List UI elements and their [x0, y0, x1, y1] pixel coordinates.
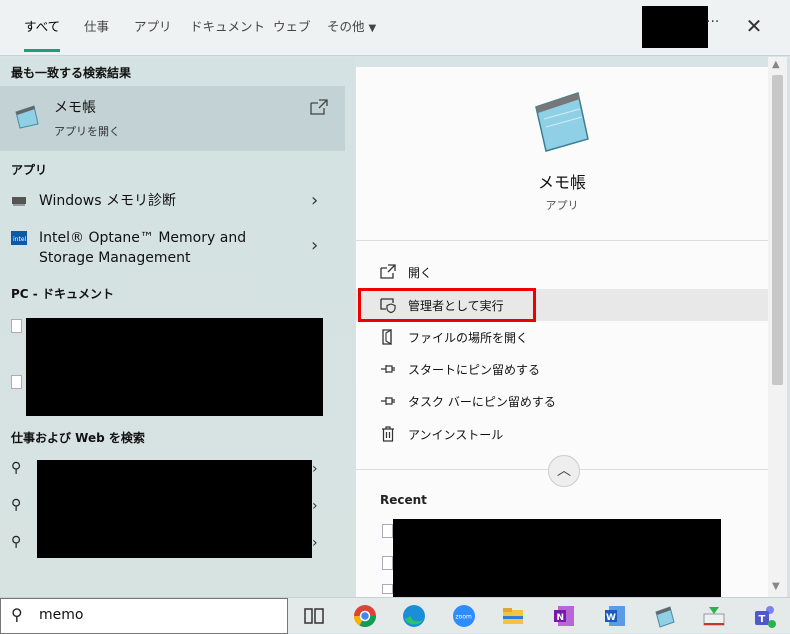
taskbar-search-box[interactable]: ⚲ memo [0, 598, 288, 634]
best-match-item[interactable]: メモ帳 アプリを開く [0, 86, 345, 151]
apps-header: アプリ [11, 163, 48, 177]
search-icon: ⚲ [11, 534, 22, 550]
action-open-file-location[interactable]: ファイルの場所を開く [356, 321, 768, 353]
scrollbar-thumb[interactable] [772, 75, 783, 385]
edge-icon[interactable] [401, 603, 427, 629]
document-icon [382, 556, 393, 570]
app-item-memory-diagnostic[interactable]: Windows メモリ診断 › [0, 190, 345, 212]
notepad-taskbar-icon[interactable] [652, 603, 678, 629]
web-search-header: 仕事および Web を検索 [11, 431, 145, 445]
divider [356, 240, 768, 241]
notepad-large-icon [535, 92, 589, 152]
documents-header: PC - ドキュメント [11, 287, 114, 301]
more-options-icon[interactable]: ··· [706, 14, 719, 30]
best-match-header: 最も一致する検索結果 [11, 66, 132, 80]
chevron-right-icon[interactable]: › [311, 235, 318, 256]
dropdown-triangle-icon: ▼ [368, 23, 377, 34]
tab-more[interactable]: その他 ▼ [325, 0, 378, 56]
results-pane: 最も一致する検索結果 メモ帳 アプリを開く アプリ Windows メモリ診断 … [0, 57, 355, 597]
highlight-annotation-box [358, 288, 536, 322]
scrollbar[interactable]: ▲ ▼ [768, 57, 787, 597]
zoom-icon[interactable]: zoom [451, 603, 477, 629]
open-external-icon[interactable] [309, 98, 329, 116]
document-icon [382, 524, 393, 538]
pin-icon [381, 397, 395, 405]
onenote-icon[interactable]: N [551, 603, 577, 629]
app-label-line1: Intel® Optane™ Memory and [39, 230, 247, 246]
teams-icon[interactable]: T [752, 603, 778, 629]
preview-pane: メモ帳 アプリ 開く 管理者として実行 ファイルの場所を開く スタートにピン留め… [356, 67, 768, 597]
svg-text:T: T [759, 614, 766, 625]
search-input[interactable]: memo [39, 607, 83, 623]
chrome-icon[interactable] [352, 603, 378, 629]
file-location-icon [382, 329, 392, 345]
app-label: Windows メモリ診断 [39, 193, 176, 209]
redacted-recent-files [393, 519, 721, 597]
best-match-subtitle: アプリを開く [54, 125, 120, 138]
word-icon[interactable]: W [602, 603, 628, 629]
chevron-right-icon[interactable]: › [311, 190, 318, 211]
svg-text:W: W [606, 613, 616, 623]
scroll-up-icon[interactable]: ▲ [772, 59, 780, 70]
action-open[interactable]: 開く [356, 256, 768, 288]
document-icon [11, 375, 22, 389]
best-match-title: メモ帳 [54, 100, 96, 116]
app-item-intel-optane[interactable]: intel Intel® Optane™ Memory and Storage … [0, 227, 345, 269]
app-label-line2: Storage Management [39, 250, 191, 266]
mail-icon[interactable] [701, 603, 727, 629]
pin-icon [381, 365, 395, 373]
task-view-icon[interactable] [301, 603, 327, 629]
taskbar: ⚲ memo zoom N W T [0, 597, 790, 634]
intel-icon: intel [11, 231, 27, 245]
open-icon [380, 264, 396, 279]
tab-work[interactable]: 仕事 [82, 0, 111, 56]
search-icon: ⚲ [11, 497, 22, 513]
document-icon [11, 319, 22, 333]
collapse-button[interactable]: ︿ [548, 455, 580, 487]
preview-subtitle: アプリ [545, 199, 579, 212]
redacted-documents [26, 318, 323, 416]
tab-web[interactable]: ウェブ [271, 0, 313, 56]
svg-text:intel: intel [13, 236, 27, 243]
preview-title: メモ帳 [537, 173, 586, 192]
recent-header: Recent [380, 493, 427, 507]
close-button[interactable]: ✕ [740, 12, 768, 40]
action-uninstall[interactable]: アンインストール [356, 418, 768, 450]
search-icon: ⚲ [11, 460, 22, 476]
trash-icon [382, 426, 394, 442]
file-explorer-icon[interactable] [500, 603, 526, 629]
action-pin-to-start[interactable]: スタートにピン留めする [356, 353, 768, 385]
document-icon [382, 584, 393, 594]
notepad-icon [15, 105, 39, 129]
svg-text:zoom: zoom [456, 614, 472, 621]
chevron-right-icon[interactable]: › [312, 535, 318, 551]
search-filter-bar: すべて 仕事 アプリ ドキュメント ウェブ その他 ▼ ··· ✕ [0, 0, 790, 56]
redacted-area [642, 6, 708, 48]
chevron-up-icon: ︿ [557, 463, 571, 479]
svg-text:N: N [557, 613, 565, 623]
tab-documents[interactable]: ドキュメント [188, 0, 267, 56]
search-icon: ⚲ [11, 605, 23, 624]
chevron-right-icon[interactable]: › [312, 498, 318, 514]
tab-apps[interactable]: アプリ [132, 0, 174, 56]
tab-all[interactable]: すべて [22, 0, 62, 56]
chevron-right-icon[interactable]: › [312, 461, 318, 477]
scroll-down-icon[interactable]: ▼ [772, 581, 780, 592]
memory-diagnostic-icon [12, 197, 26, 206]
action-pin-to-taskbar[interactable]: タスク バーにピン留めする [356, 385, 768, 417]
redacted-web-results [37, 460, 312, 558]
